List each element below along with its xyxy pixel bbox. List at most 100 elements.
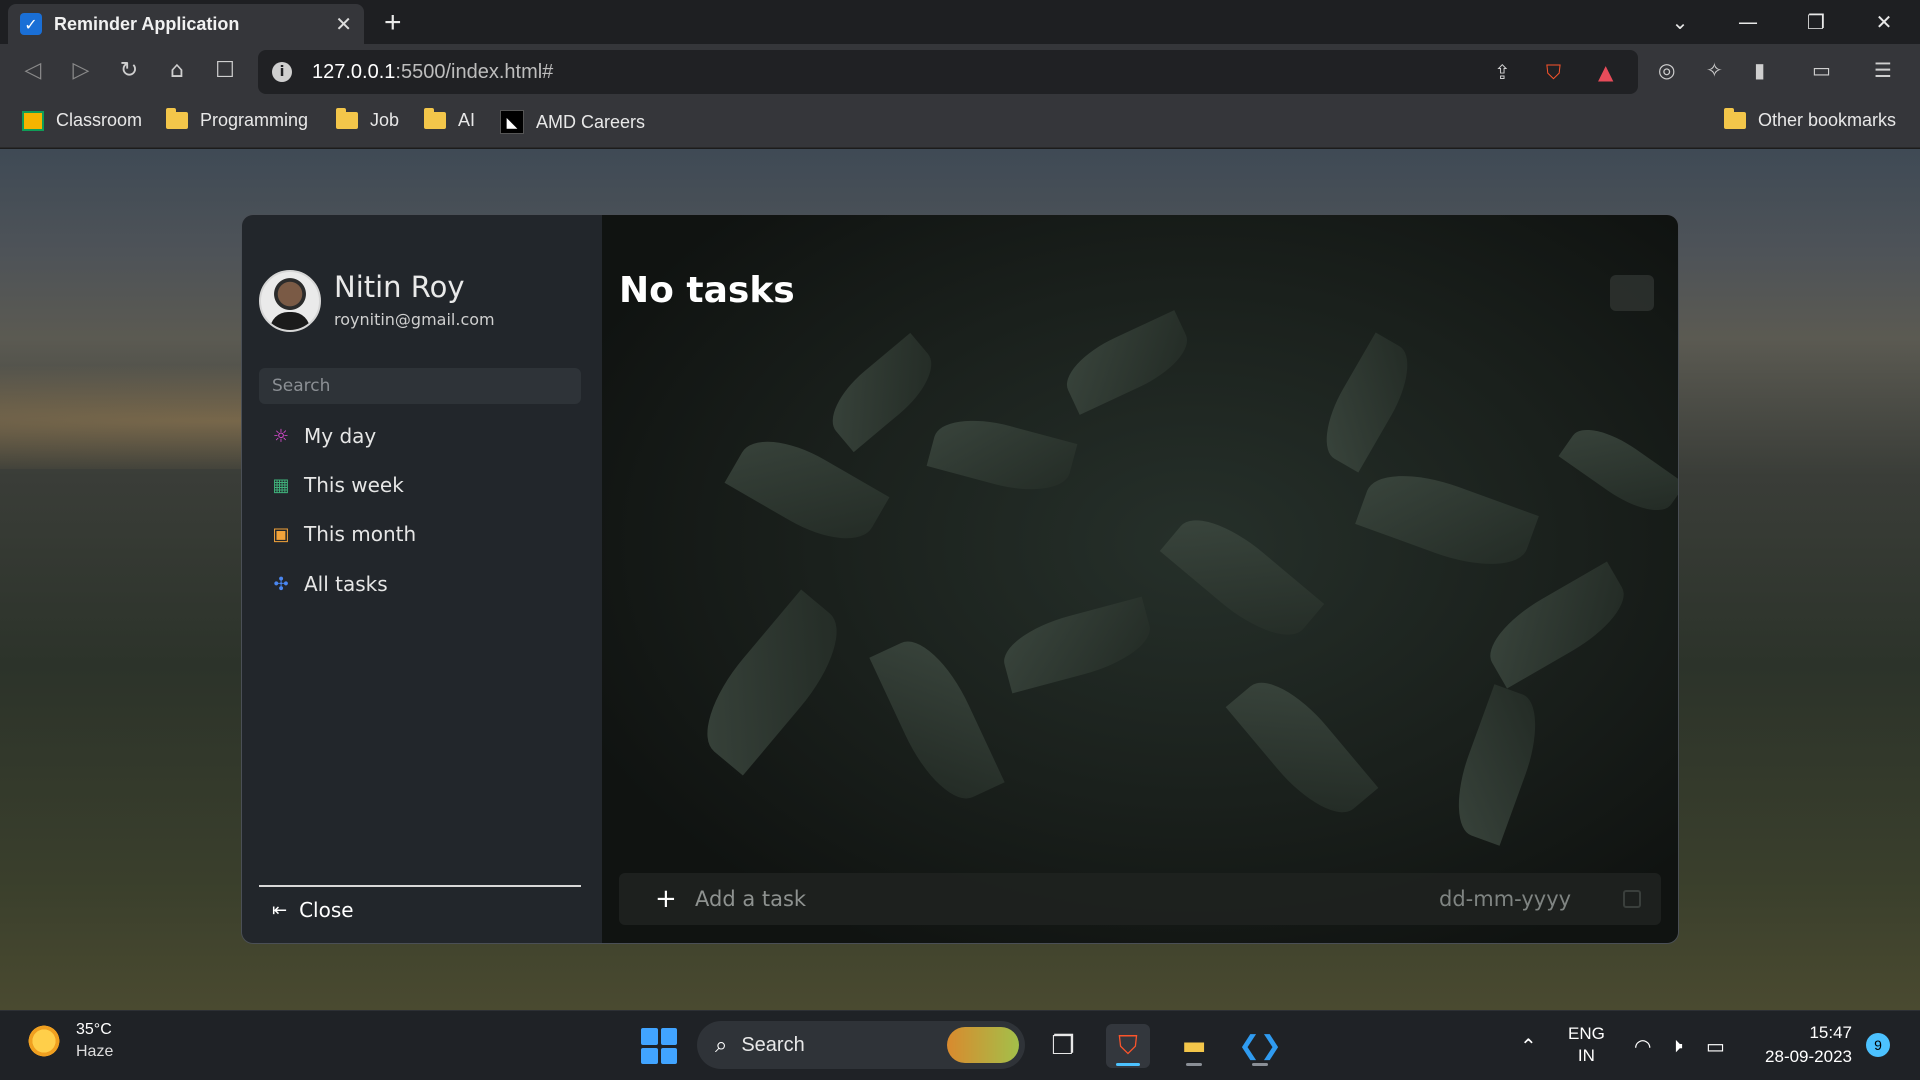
bookmarks-bar: Classroom Programming Job AI ◣ AMD Caree… [0,100,1920,148]
browser-toolbar: ◁ ▷ ↻ ⌂ ☐ i 127.0.0.1:5500/index.html# ⇪… [0,44,1920,100]
search-icon: ⌕ [715,1032,728,1058]
home-icon[interactable]: ⌂ [162,58,192,83]
nav-item-my-day[interactable]: ☼ My day [272,424,376,448]
checkmark-icon: ✓ [20,13,42,35]
classroom-icon [22,110,44,131]
taskbar-search-label: Search [741,1033,805,1056]
page-title: No tasks [619,270,795,311]
bookmark-label: AI [458,110,476,130]
tab-title: Reminder Application [54,13,240,34]
brave-shield-icon[interactable]: ⛉ [1546,60,1561,84]
bookmark-label: Classroom [56,110,143,130]
clock-date: 28-09-2023 [1765,1047,1852,1066]
bookmark-label: AMD Careers [536,111,646,132]
user-email: roynitin@gmail.com [334,310,495,329]
bookmark-label: Job [370,110,400,130]
battery-icon[interactable]: ▭ [1706,1011,1725,1080]
search-highlight-image [947,1027,1019,1063]
volume-muted-icon[interactable]: 🕨 [1670,1011,1683,1080]
nav-item-label: My day [304,424,377,448]
wifi-icon[interactable]: ◠ [1634,1011,1651,1080]
nav-item-this-week[interactable]: ▦ This week [272,473,404,497]
wallet-icon[interactable]: ▭ [1812,58,1831,82]
weather-temperature: 35°C [76,1021,112,1038]
file-explorer-icon[interactable]: ▬ [1172,1024,1216,1068]
grid-icon: ▦ [272,474,290,496]
notification-badge[interactable]: 9 [1866,1033,1890,1057]
nav-item-label: This month [304,522,417,546]
close-label: Close [299,898,354,922]
info-icon[interactable]: i [272,62,292,82]
language-indicator[interactable]: ENG IN [1568,1023,1605,1067]
bookmark-programming[interactable]: Programming [166,108,309,131]
folder-icon [1724,108,1746,129]
brave-rewards-icon[interactable]: ▲ [1598,60,1613,84]
folder-icon [424,108,446,129]
nav-item-this-month[interactable]: ▣ This month [272,522,416,546]
show-hidden-icons-icon[interactable]: ⌃ [1520,1011,1537,1080]
logout-icon: ⇤ [272,899,288,921]
search-input[interactable] [259,368,581,404]
url-text[interactable]: 127.0.0.1:5500/index.html# [312,61,553,84]
close-tab-icon[interactable]: ✕ [335,12,352,36]
forward-icon[interactable]: ▷ [66,58,96,83]
extensions-icon[interactable]: ✧ [1706,58,1723,82]
main-panel: No tasks + dd-mm-yyyy [602,215,1678,943]
active-tab[interactable]: ✓ Reminder Application ✕ [8,4,364,44]
bookmark-other[interactable]: Other bookmarks [1724,108,1897,131]
sidebar: Nitin Roy roynitin@gmail.com ☼ My day ▦ … [242,215,602,943]
back-icon[interactable]: ◁ [18,58,48,83]
calendar-icon: ▣ [272,523,290,545]
clock-time: 15:47 [1809,1023,1852,1042]
weather-condition: Haze [76,1043,114,1060]
reload-icon[interactable]: ↻ [114,58,144,83]
restore-icon[interactable]: ❐ [1786,0,1846,44]
windows-start-icon[interactable] [641,1028,677,1064]
close-window-icon[interactable]: ✕ [1854,0,1914,44]
weather-widget[interactable]: 35°C Haze [26,1021,113,1061]
language-secondary: IN [1577,1046,1595,1065]
puzzle-icon: ✣ [273,573,289,595]
sidebar-divider [259,885,581,887]
new-tab-icon[interactable]: + [384,6,402,40]
folder-icon [166,108,188,129]
user-name: Nitin Roy [334,270,465,304]
amd-logo-icon: ◣ [500,110,524,134]
language-primary: ENG [1568,1024,1605,1043]
tab-search-icon[interactable]: ⌄ [1650,0,1710,44]
sun-icon: ☼ [272,425,290,447]
brave-browser-icon[interactable]: ⛉ [1106,1024,1150,1068]
taskbar-search[interactable]: ⌕ Search [697,1021,1025,1069]
bookmark-label: Other bookmarks [1758,110,1897,130]
extension-glasses-icon[interactable]: ◎ [1658,58,1675,82]
clock[interactable]: 15:47 28-09-2023 [1752,1021,1852,1069]
nav-item-all-tasks[interactable]: ✣ All tasks [272,572,388,596]
options-button[interactable] [1610,275,1654,311]
minimize-icon[interactable]: — [1718,0,1778,44]
close-button[interactable]: ⇤ Close [272,898,354,922]
bookmark-classroom[interactable]: Classroom [22,110,142,131]
nav-item-label: This week [304,473,404,497]
bookmark-ai[interactable]: AI [424,108,476,131]
add-task-input[interactable] [695,887,1439,911]
nav-item-label: All tasks [304,572,388,596]
bookmark-amd-careers[interactable]: ◣ AMD Careers [500,110,645,134]
share-icon[interactable]: ⇪ [1494,60,1511,84]
menu-icon[interactable]: ☰ [1874,58,1892,82]
plus-icon[interactable]: + [655,884,677,914]
folder-icon [336,108,358,129]
vscode-icon[interactable]: ❮❯ [1238,1024,1282,1068]
task-view-icon[interactable]: ❐ [1041,1024,1085,1068]
avatar [259,270,321,332]
address-bar[interactable]: i 127.0.0.1:5500/index.html# ⇪ ⛉ ▲ [258,50,1638,94]
calendar-picker-icon[interactable] [1623,890,1641,908]
windows-taskbar: 35°C Haze ⌕ Search ❐ ⛉ ▬ ❮❯ ⌃ ENG IN ◠ 🕨… [0,1010,1920,1080]
bookmark-job[interactable]: Job [336,108,400,131]
bookmark-label: Programming [200,110,309,130]
sidebar-icon[interactable]: ▮ [1754,58,1765,82]
weather-sun-icon [26,1023,62,1059]
bookmark-icon[interactable]: ☐ [210,58,240,83]
add-task-bar: + dd-mm-yyyy [619,873,1661,925]
due-date-input[interactable]: dd-mm-yyyy [1439,887,1599,911]
reminder-app-window: Nitin Roy roynitin@gmail.com ☼ My day ▦ … [241,214,1679,944]
